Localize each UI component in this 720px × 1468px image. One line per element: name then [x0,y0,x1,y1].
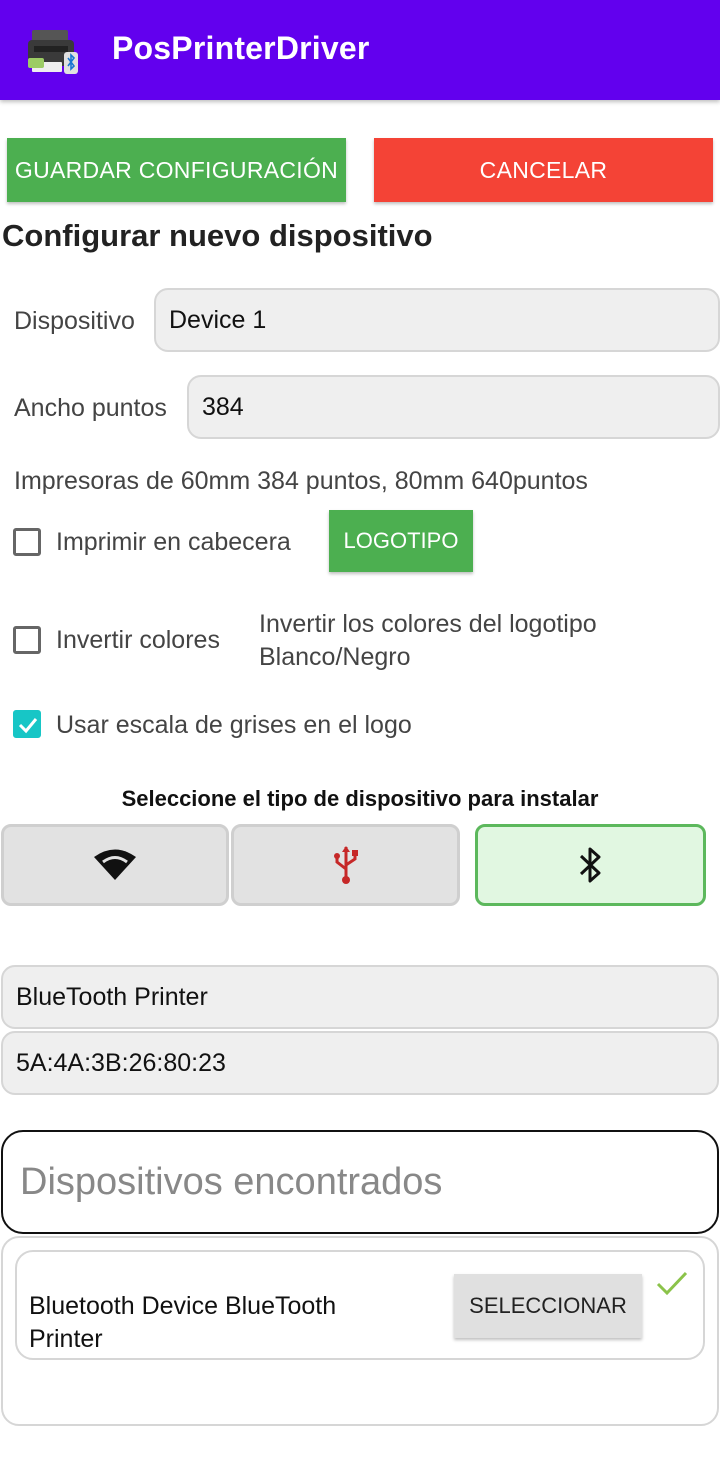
device-type-heading: Seleccione el tipo de dispositivo para i… [121,786,599,811]
save-config-button[interactable]: GUARDAR CONFIGURACIÓN [7,138,346,202]
width-dots-field[interactable]: 384 [187,375,720,439]
grayscale-checkbox[interactable] [13,710,41,738]
print-header-checkbox[interactable] [13,528,41,556]
invert-desc-line1: Invertir los colores del logotipo [259,610,597,638]
found-devices-header: Dispositivos encontrados [1,1130,719,1234]
checkmark-icon [18,718,38,734]
logo-button[interactable]: LOGOTIPO [329,510,473,572]
invert-colors-checkbox[interactable] [13,626,41,654]
usb-icon [333,846,358,884]
device-address-display[interactable]: 5A:4A:3B:26:80:23 [1,1031,719,1095]
wifi-icon [94,849,136,880]
device-label: Dispositivo [14,307,135,335]
list-item[interactable]: Bluetooth Device BlueTooth Printer SELEC… [15,1250,705,1360]
section-title: Configurar nuevo dispositivo [2,218,433,253]
width-label: Ancho puntos [14,394,167,422]
grayscale-label[interactable]: Usar escala de grises en el logo [56,711,412,740]
usb-type-button[interactable] [231,824,460,906]
selected-check-icon [656,1271,688,1296]
bluetooth-icon [579,847,600,883]
found-device-name: Bluetooth Device BlueTooth Printer [29,1292,337,1353]
device-name-field[interactable]: Device 1 [154,288,720,352]
invert-colors-label[interactable]: Invertir colores [56,626,220,655]
printer-app-icon [28,30,78,74]
device-name-display[interactable]: BlueTooth Printer [1,965,719,1029]
width-hint: Impresoras de 60mm 384 puntos, 80mm 640p… [14,467,588,495]
bluetooth-type-button[interactable] [475,824,706,906]
wifi-type-button[interactable] [1,824,229,906]
select-device-button[interactable]: SELECCIONAR [454,1274,642,1338]
print-header-label[interactable]: Imprimir en cabecera [56,528,291,557]
cancel-button[interactable]: CANCELAR [374,138,713,202]
invert-desc-line2: Blanco/Negro [259,643,411,671]
app-bar: PosPrinterDriver [0,0,720,100]
app-title: PosPrinterDriver [112,30,370,66]
